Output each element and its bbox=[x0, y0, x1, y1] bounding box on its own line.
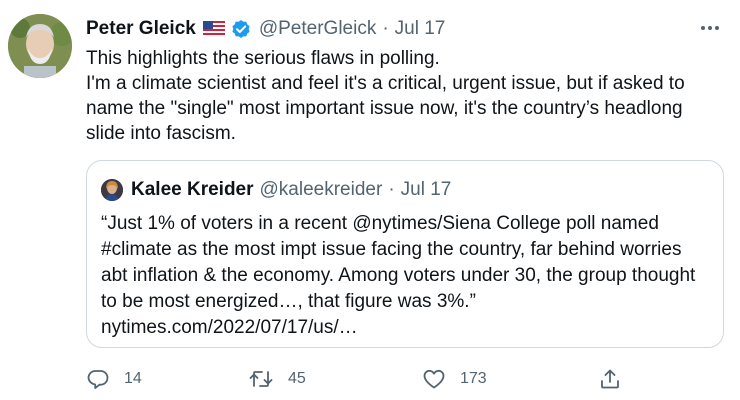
tweet-text-line: I'm a climate scientist and feel it's a … bbox=[86, 73, 685, 94]
like-count: 173 bbox=[460, 370, 487, 387]
reply-count: 14 bbox=[124, 370, 142, 387]
quoted-author-handle: @kaleekreider bbox=[259, 179, 383, 200]
verified-badge-icon bbox=[231, 19, 251, 39]
author-handle[interactable]: @PeterGleick bbox=[259, 18, 377, 40]
author-name[interactable]: Peter Gleick bbox=[86, 18, 196, 40]
like-button[interactable]: 173 bbox=[422, 364, 487, 394]
quoted-text-line: abt inflation & the economy. Among voter… bbox=[101, 265, 696, 286]
heart-icon bbox=[422, 367, 446, 391]
quoted-author-name: Kalee Kreider bbox=[131, 179, 254, 200]
tweet-text: This highlights the serious flaws in pol… bbox=[86, 46, 726, 146]
quoted-tweet-header: Kalee Kreider @kaleekreider · Jul 17 bbox=[101, 177, 451, 203]
quoted-text-line: “Just 1% of voters in a recent @nytimes/… bbox=[101, 213, 659, 234]
quoted-text-line: to be most energized…, that figure was 3… bbox=[101, 291, 476, 312]
retweet-count: 45 bbox=[288, 370, 306, 387]
tweet-text-line: slide into fascism. bbox=[86, 123, 236, 144]
retweet-button[interactable]: 45 bbox=[248, 364, 306, 394]
reply-icon bbox=[86, 367, 110, 391]
author-avatar[interactable] bbox=[8, 14, 72, 78]
retweet-icon bbox=[248, 367, 274, 391]
tweet-header: Peter Gleick @PeterGleick · Jul 17 bbox=[86, 16, 728, 42]
header-separator: · bbox=[382, 18, 389, 39]
quoted-tweet-card[interactable]: Kalee Kreider @kaleekreider · Jul 17 “Ju… bbox=[86, 160, 724, 348]
quoted-tweet-text: “Just 1% of voters in a recent @nytimes/… bbox=[101, 211, 711, 341]
share-icon bbox=[598, 367, 622, 391]
share-button[interactable] bbox=[598, 364, 622, 394]
quoted-header-separator: · bbox=[388, 179, 395, 200]
tweet-text-line: name the "single" most important issue n… bbox=[86, 98, 683, 119]
reply-button[interactable]: 14 bbox=[86, 364, 142, 394]
quoted-text-line: #climate as the most impt issue facing t… bbox=[101, 239, 682, 260]
quoted-author-avatar bbox=[101, 179, 123, 201]
quoted-link-text: nytimes.com/2022/07/17/us/… bbox=[101, 317, 358, 338]
tweet-date[interactable]: Jul 17 bbox=[395, 18, 446, 40]
quoted-tweet-date: Jul 17 bbox=[400, 179, 452, 200]
more-options-icon[interactable] bbox=[698, 16, 722, 40]
us-flag-icon bbox=[202, 21, 225, 37]
tweet-action-bar: 14 45 173 bbox=[86, 364, 726, 394]
tweet-text-line: This highlights the serious flaws in pol… bbox=[86, 48, 440, 69]
